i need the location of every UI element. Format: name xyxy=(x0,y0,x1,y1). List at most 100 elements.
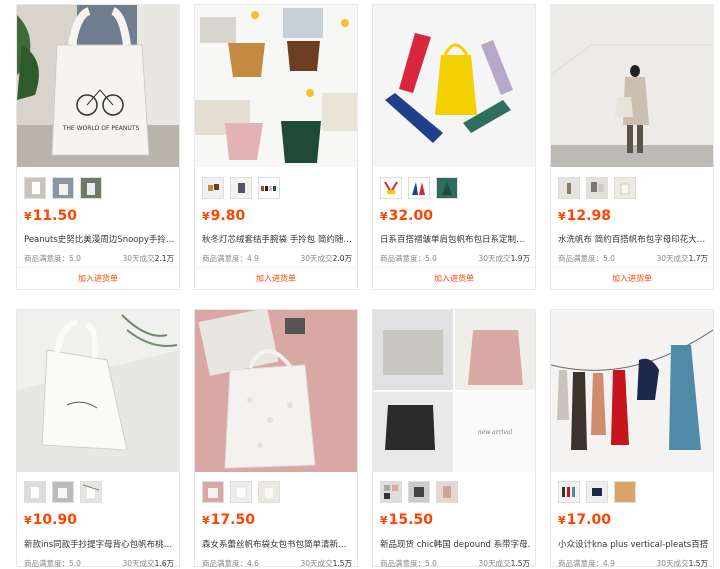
product-image[interactable] xyxy=(373,5,535,167)
price-value: 17.50 xyxy=(210,512,255,528)
thumbnail[interactable] xyxy=(408,177,430,199)
thumbnail[interactable] xyxy=(24,177,46,199)
product-image[interactable] xyxy=(551,5,713,167)
sales-info: 30天成交1.9万 xyxy=(479,253,530,264)
thumbnail[interactable] xyxy=(586,481,608,503)
thumbnail-strip xyxy=(24,481,102,503)
product-meta: 商品满意度：4.6 30天成交1.5万 xyxy=(202,558,352,569)
thumbnail[interactable] xyxy=(436,481,458,503)
thumbnail-strip xyxy=(558,481,636,503)
divider xyxy=(17,267,179,268)
thumbnail[interactable] xyxy=(80,481,102,503)
product-card[interactable]: THE WORLD OF PEANUTS ¥11.50 Peanuts史努比美漫… xyxy=(16,4,180,290)
product-image[interactable] xyxy=(195,310,357,472)
product-title[interactable]: 新品现货 chic韩国 depound 系带字母… xyxy=(380,538,530,550)
rating-label: 商品满意度：5.0 xyxy=(24,254,81,263)
thumbnail[interactable] xyxy=(24,481,46,503)
product-meta: 商品满意度：4.9 30天成交2.0万 xyxy=(202,253,352,264)
sales-info: 30天成交1.5万 xyxy=(479,558,530,569)
product-card[interactable]: ¥10.90 新款ins同款手抄提字母背心包帆布桃… 商品满意度：5.0 30天… xyxy=(16,309,180,569)
sales-count: 1.9万 xyxy=(510,254,530,263)
price-value: 11.50 xyxy=(32,208,77,224)
product-meta: 商品满意度：5.0 30天成交1.5万 xyxy=(380,558,530,569)
rating-label: 商品满意度：4.9 xyxy=(558,559,615,568)
product-card[interactable]: ¥12.98 水洗帆布 简约百搭帆布包字母印花大… 商品满意度：5.0 30天成… xyxy=(550,4,714,290)
product-meta: 商品满意度：5.0 30天成交2.1万 xyxy=(24,253,174,264)
sales-label: 30天成交 xyxy=(478,254,511,263)
currency-symbol: ¥ xyxy=(558,210,566,223)
price: ¥10.90 xyxy=(24,512,77,528)
product-card[interactable]: ¥32.00 日系百搭褶皱单肩包帆布包日系定制… 商品满意度：5.0 30天成交… xyxy=(372,4,536,290)
product-title[interactable]: 水洗帆布 简约百搭帆布包字母印花大… xyxy=(558,233,708,245)
rating-label: 商品满意度：5.0 xyxy=(24,559,81,568)
sales-info: 30天成交2.0万 xyxy=(301,253,352,264)
add-to-cart-button[interactable]: 加入进货单 xyxy=(373,273,535,284)
price: ¥17.50 xyxy=(202,512,255,528)
thumbnail-strip xyxy=(558,177,636,199)
thumbnail[interactable] xyxy=(558,481,580,503)
sales-count: 2.0万 xyxy=(332,254,352,263)
product-image[interactable]: new arrival xyxy=(373,310,535,472)
thumbnail[interactable] xyxy=(614,177,636,199)
thumbnail[interactable] xyxy=(80,177,102,199)
thumbnail-strip xyxy=(380,177,458,199)
add-to-cart-button[interactable]: 加入进货单 xyxy=(17,273,179,284)
product-title[interactable]: Peanuts史努比美漫周边Snoopy手拎… xyxy=(24,233,174,245)
product-title[interactable]: 新款ins同款手抄提字母背心包帆布桃… xyxy=(24,538,174,550)
price: ¥12.98 xyxy=(558,208,611,224)
price-value: 17.00 xyxy=(566,512,611,528)
currency-symbol: ¥ xyxy=(202,210,210,223)
product-meta: 商品满意度：5.0 30天成交1.6万 xyxy=(24,558,174,569)
price: ¥9.80 xyxy=(202,208,245,224)
product-title[interactable]: 小众设计kna plus vertical-pleats百搭… xyxy=(558,538,708,550)
product-card[interactable]: ¥9.80 秋冬灯芯绒套结手腕袋 手拎包 简约随… 商品满意度：4.9 30天成… xyxy=(194,4,358,290)
sales-info: 30天成交1.5万 xyxy=(301,558,352,569)
thumbnail[interactable] xyxy=(258,177,280,199)
product-meta: 商品满意度：4.9 30天成交1.5万 xyxy=(558,558,708,569)
product-image[interactable]: THE WORLD OF PEANUTS xyxy=(17,5,179,167)
thumbnail-strip xyxy=(202,481,280,503)
sales-info: 30天成交1.5万 xyxy=(657,558,708,569)
thumbnail[interactable] xyxy=(230,177,252,199)
price-value: 15.50 xyxy=(388,512,433,528)
product-card[interactable]: ¥17.00 小众设计kna plus vertical-pleats百搭… 商… xyxy=(550,309,714,569)
sales-label: 30天成交 xyxy=(122,254,155,263)
thumbnail[interactable] xyxy=(558,177,580,199)
product-image[interactable] xyxy=(195,5,357,167)
thumbnail[interactable] xyxy=(380,481,402,503)
thumbnail[interactable] xyxy=(436,177,458,199)
add-to-cart-button[interactable]: 加入进货单 xyxy=(551,273,713,284)
currency-symbol: ¥ xyxy=(380,514,388,527)
product-title[interactable]: 日系百搭褶皱单肩包帆布包日系定制… xyxy=(380,233,530,245)
price-value: 32.00 xyxy=(388,208,433,224)
thumbnail[interactable] xyxy=(202,481,224,503)
thumbnail[interactable] xyxy=(52,481,74,503)
thumbnail[interactable] xyxy=(258,481,280,503)
thumbnail-strip xyxy=(24,177,102,199)
thumbnail[interactable] xyxy=(52,177,74,199)
price-value: 12.98 xyxy=(566,208,611,224)
currency-symbol: ¥ xyxy=(558,514,566,527)
thumbnail[interactable] xyxy=(380,177,402,199)
price: ¥15.50 xyxy=(380,512,433,528)
thumbnail[interactable] xyxy=(408,481,430,503)
thumbnail[interactable] xyxy=(230,481,252,503)
thumbnail[interactable] xyxy=(202,177,224,199)
product-image[interactable] xyxy=(551,310,713,472)
product-image[interactable] xyxy=(17,310,179,472)
product-title[interactable]: 森女系蕾丝帆布袋女包书包简单清新… xyxy=(202,538,352,550)
rating-label: 商品满意度：4.6 xyxy=(202,559,259,568)
tote-print-text: THE WORLD OF PEANUTS xyxy=(62,125,140,132)
currency-symbol: ¥ xyxy=(24,210,32,223)
thumbnail[interactable] xyxy=(586,177,608,199)
price: ¥32.00 xyxy=(380,208,433,224)
sales-label: 30天成交 xyxy=(300,254,333,263)
product-title[interactable]: 秋冬灯芯绒套结手腕袋 手拎包 简约随… xyxy=(202,233,352,245)
price-value: 9.80 xyxy=(210,208,246,224)
product-card[interactable]: new arrival ¥15.50 新品现货 chic韩国 depound 系… xyxy=(372,309,536,569)
add-to-cart-button[interactable]: 加入进货单 xyxy=(195,273,357,284)
thumbnail[interactable] xyxy=(614,481,636,503)
product-card[interactable]: ¥17.50 森女系蕾丝帆布袋女包书包简单清新… 商品满意度：4.6 30天成交… xyxy=(194,309,358,569)
sales-info: 30天成交1.6万 xyxy=(123,558,174,569)
thumbnail-strip xyxy=(380,481,458,503)
